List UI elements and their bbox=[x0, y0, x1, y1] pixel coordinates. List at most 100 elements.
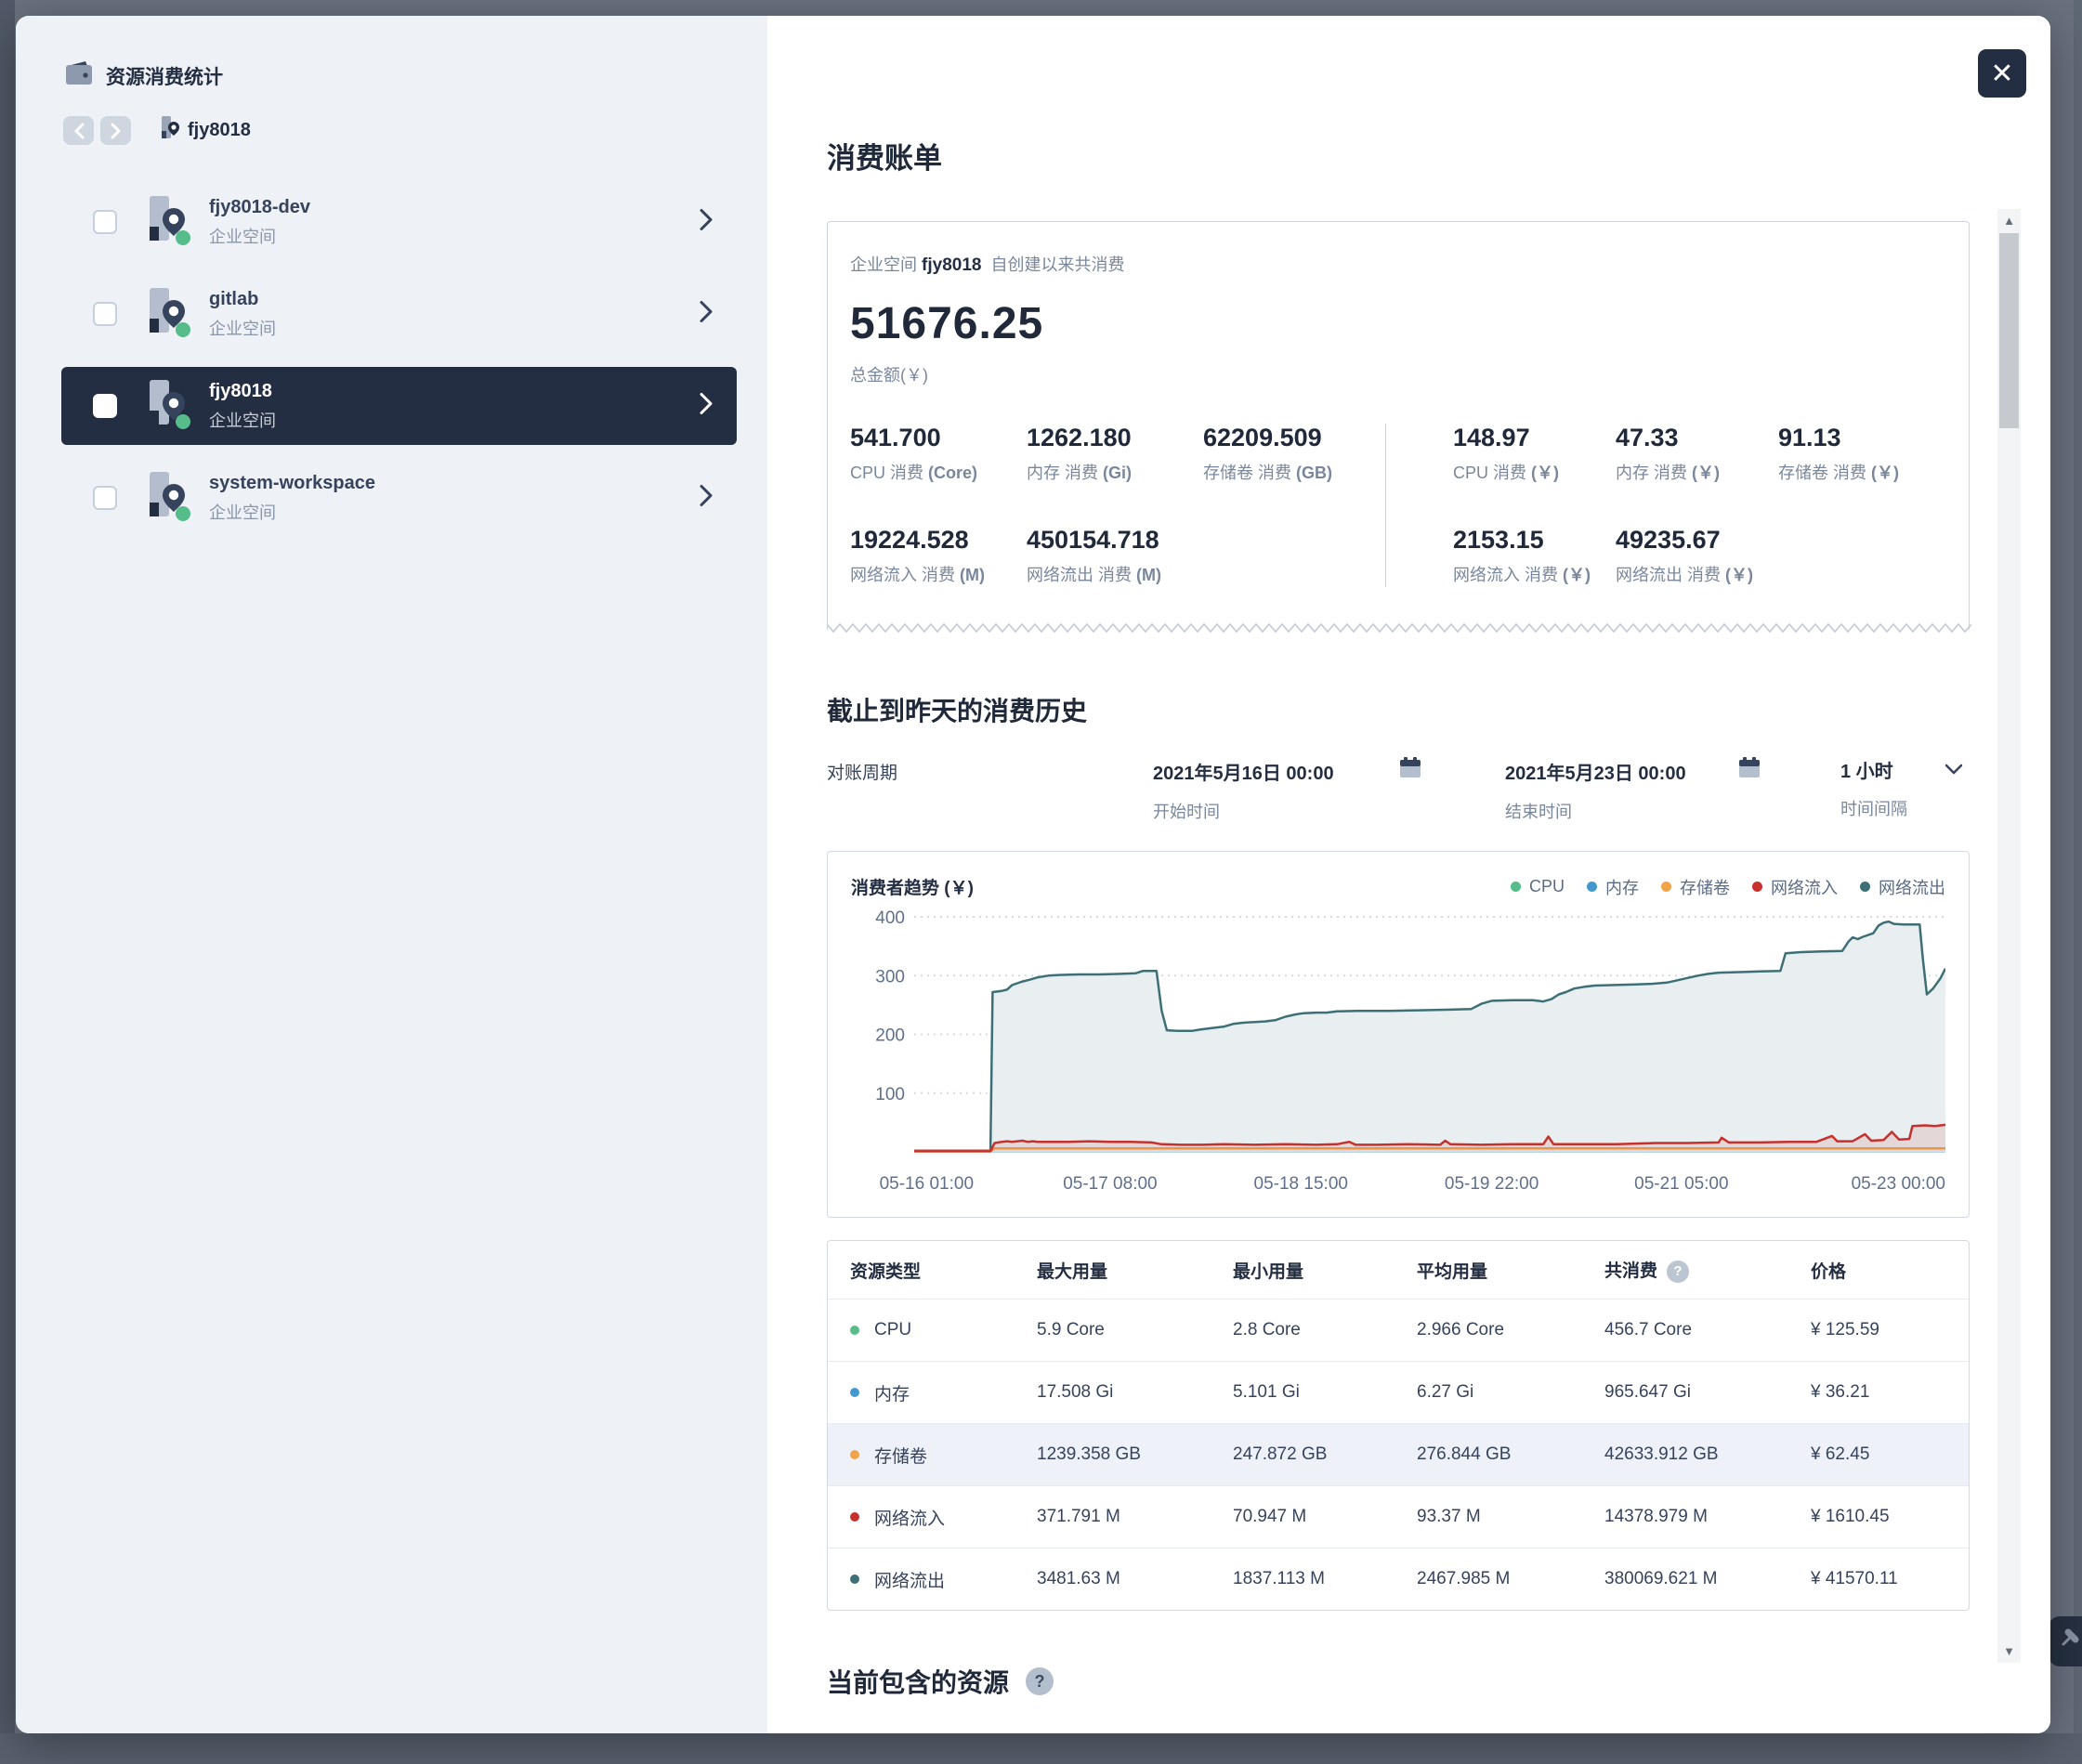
workspace-checkbox[interactable] bbox=[93, 394, 117, 418]
trend-area-chart: 10020030040005-16 01:0005-17 08:0005-18 … bbox=[851, 905, 1945, 1204]
legend-item-网络流入[interactable]: 网络流入 bbox=[1752, 875, 1838, 899]
price-cell: ¥ 125.59 bbox=[1811, 1320, 1969, 1340]
resource-usage-table: 资源类型最大用量最小用量平均用量共消费?价格CPU5.9 Core2.8 Cor… bbox=[827, 1240, 1970, 1611]
wallet-icon bbox=[65, 60, 93, 91]
stat-item: 541.700CPU 消费 (Core) bbox=[850, 424, 1027, 485]
end-time-picker[interactable]: 2021年5月23日 00:00 结束时间 bbox=[1505, 756, 1761, 823]
stat-label: 网络流入 消费 (￥) bbox=[1453, 563, 1616, 587]
table-header-cell: 价格 bbox=[1811, 1258, 1969, 1283]
legend-dot-icon bbox=[1511, 882, 1521, 892]
stat-label: 网络流入 消费 (M) bbox=[850, 563, 1027, 587]
legend-item-存储卷[interactable]: 存储卷 bbox=[1661, 875, 1730, 899]
resource-name: 网络流出 bbox=[874, 1567, 945, 1592]
table-header-cell: 平均用量 bbox=[1417, 1258, 1604, 1283]
chart-title: 消费者趋势 (￥) bbox=[851, 874, 974, 899]
table-header-cell: 最小用量 bbox=[1233, 1258, 1417, 1283]
help-icon[interactable]: ? bbox=[1026, 1667, 1054, 1695]
legend-item-网络流出[interactable]: 网络流出 bbox=[1860, 875, 1945, 899]
resource-color-dot-icon bbox=[850, 1326, 859, 1335]
stat-value: 47.33 bbox=[1616, 424, 1778, 452]
start-time-value: 2021年5月16日 00:00 bbox=[1153, 758, 1334, 785]
toolbox-button[interactable] bbox=[2049, 1616, 2082, 1666]
stat-item: 2153.15网络流入 消费 (￥) bbox=[1453, 526, 1616, 587]
scroll-down-arrow-icon[interactable]: ▼ bbox=[1997, 1640, 2021, 1663]
workspace-type-label: 企业空间 bbox=[209, 408, 276, 432]
resource-name: 内存 bbox=[874, 1380, 910, 1405]
avg-usage-cell: 2467.985 M bbox=[1417, 1569, 1604, 1589]
legend-label: CPU bbox=[1529, 877, 1565, 896]
max-usage-cell: 3481.63 M bbox=[1037, 1569, 1233, 1589]
workspace-checkbox[interactable] bbox=[93, 486, 117, 510]
chevron-right-icon[interactable] bbox=[700, 209, 713, 236]
help-icon[interactable]: ? bbox=[1667, 1261, 1689, 1283]
total-amount: 51676.25 bbox=[850, 298, 1969, 349]
chevron-left-icon bbox=[73, 123, 85, 139]
total-usage-cell: 14378.979 M bbox=[1604, 1507, 1811, 1527]
legend-item-内存[interactable]: 内存 bbox=[1587, 875, 1639, 899]
workspace-name: system-workspace bbox=[209, 472, 375, 494]
svg-text:05-16 01:00: 05-16 01:00 bbox=[880, 1174, 974, 1194]
legend-label: 存储卷 bbox=[1680, 875, 1730, 899]
sidebar-item-system-workspace[interactable]: system-workspace 企业空间 bbox=[61, 459, 737, 537]
workspace-type-label: 企业空间 bbox=[209, 500, 375, 524]
stat-value: 49235.67 bbox=[1616, 526, 1778, 555]
scope-name: fjy8018 bbox=[922, 255, 981, 275]
table-row-存储卷: 存储卷1239.358 GB247.872 GB276.844 GB42633.… bbox=[828, 1423, 1969, 1485]
workspace-checkbox[interactable] bbox=[93, 302, 117, 326]
sidebar-item-fjy8018-dev[interactable]: fjy8018-dev企业空间 bbox=[61, 183, 737, 261]
sidebar: 资源消费统计 fjy8018 fjy8018-dev企业空间gitlab企业空间… bbox=[16, 16, 767, 1733]
nav-next-button[interactable] bbox=[100, 116, 131, 145]
chevron-right-icon[interactable] bbox=[700, 485, 713, 512]
billing-dialog: 资源消费统计 fjy8018 fjy8018-dev企业空间gitlab企业空间… bbox=[16, 16, 2050, 1733]
sidebar-item-fjy8018[interactable]: fjy8018 企业空间 bbox=[61, 367, 737, 445]
svg-text:300: 300 bbox=[875, 967, 905, 987]
calendar-icon bbox=[1737, 756, 1761, 786]
legend-label: 网络流出 bbox=[1879, 875, 1945, 899]
price-cell: ¥ 41570.11 bbox=[1811, 1569, 1969, 1589]
consumer-trend-chart: 消费者趋势 (￥) CPU 内存 存储卷网络流入 网络流出 1002003004000… bbox=[827, 851, 1970, 1218]
stat-value: 450154.718 bbox=[1027, 526, 1203, 555]
stat-label: CPU 消费 (Core) bbox=[850, 461, 1027, 485]
total-usage-cell: 965.647 Gi bbox=[1604, 1382, 1811, 1403]
history-section-title: 截止到昨天的消费历史 bbox=[827, 691, 1970, 728]
page-background-bottom bbox=[0, 1733, 2082, 1764]
legend-dot-icon bbox=[1752, 882, 1762, 892]
scrollbar-thumb[interactable] bbox=[1999, 233, 2019, 428]
close-button[interactable]: ✕ bbox=[1978, 49, 2026, 98]
stat-item: 62209.509存储卷 消费 (GB) bbox=[1203, 424, 1380, 485]
workspace-name: fjy8018-dev bbox=[209, 196, 310, 218]
nav-prev-button[interactable] bbox=[63, 116, 94, 145]
legend-label: 内存 bbox=[1605, 875, 1639, 899]
svg-text:100: 100 bbox=[875, 1085, 905, 1104]
total-amount-label: 总金额(￥) bbox=[850, 362, 1969, 386]
interval-label: 时间间隔 bbox=[1840, 796, 1963, 820]
max-usage-cell: 5.9 Core bbox=[1037, 1320, 1233, 1340]
scroll-up-arrow-icon[interactable]: ▲ bbox=[1997, 209, 2021, 232]
interval-dropdown[interactable]: 1 小时 时间间隔 bbox=[1840, 756, 1963, 820]
end-time-value: 2021年5月23日 00:00 bbox=[1505, 758, 1686, 785]
stat-label: 存储卷 消费 (GB) bbox=[1203, 461, 1380, 485]
start-time-picker[interactable]: 2021年5月16日 00:00 开始时间 bbox=[1153, 756, 1422, 823]
stats-divider bbox=[1385, 424, 1386, 587]
legend-dot-icon bbox=[1860, 882, 1870, 892]
stat-label: 网络流出 消费 (M) bbox=[1027, 563, 1203, 587]
page-background-right bbox=[2074, 0, 2082, 1764]
svg-text:05-18 15:00: 05-18 15:00 bbox=[1254, 1174, 1348, 1194]
legend-item-CPU[interactable]: CPU bbox=[1511, 877, 1565, 896]
workspace-name: gitlab bbox=[209, 288, 276, 310]
panel-title: 资源消费统计 bbox=[106, 62, 223, 90]
price-cell: ¥ 36.21 bbox=[1811, 1382, 1969, 1403]
enterprise-workspace-icon bbox=[137, 283, 195, 346]
min-usage-cell: 247.872 GB bbox=[1233, 1444, 1417, 1465]
resource-color-dot-icon bbox=[850, 1450, 859, 1459]
workspace-checkbox[interactable] bbox=[93, 210, 117, 234]
sidebar-item-gitlab[interactable]: gitlab企业空间 bbox=[61, 275, 737, 353]
table-row-CPU: CPU5.9 Core2.8 Core2.966 Core456.7 Core¥… bbox=[828, 1299, 1969, 1361]
chevron-right-icon[interactable] bbox=[700, 393, 713, 420]
workspace-name: fjy8018 bbox=[209, 380, 276, 402]
chevron-right-icon[interactable] bbox=[700, 301, 713, 328]
resource-name: 存储卷 bbox=[874, 1443, 927, 1468]
vertical-scrollbar[interactable]: ▲ ▼ bbox=[1997, 209, 2021, 1663]
stat-value: 148.97 bbox=[1453, 424, 1616, 452]
stat-value: 19224.528 bbox=[850, 526, 1027, 555]
